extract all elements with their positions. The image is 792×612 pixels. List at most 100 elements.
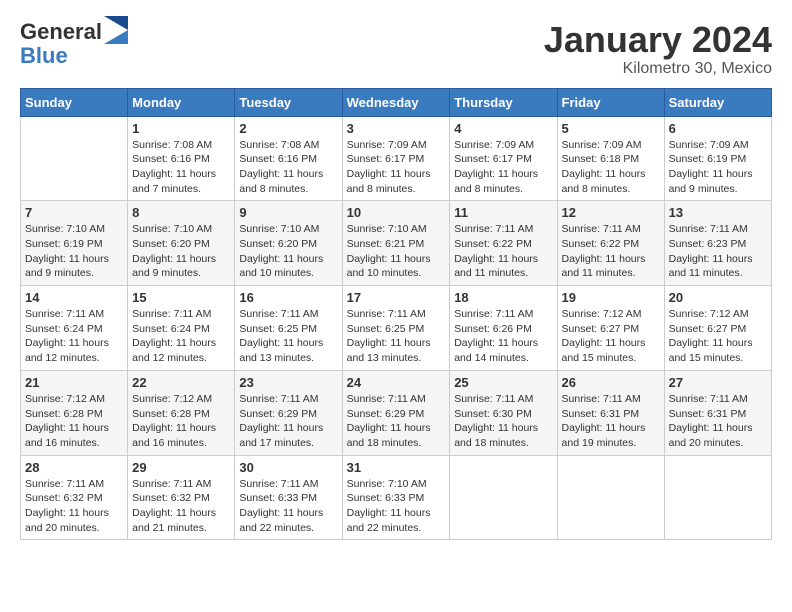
day-info: Sunrise: 7:10 AM Sunset: 6:20 PM Dayligh… — [132, 222, 230, 281]
day-info: Sunrise: 7:10 AM Sunset: 6:33 PM Dayligh… — [347, 477, 446, 536]
calendar-cell: 31Sunrise: 7:10 AM Sunset: 6:33 PM Dayli… — [342, 455, 450, 540]
day-info: Sunrise: 7:12 AM Sunset: 6:28 PM Dayligh… — [25, 392, 123, 451]
day-number: 15 — [132, 290, 230, 305]
day-number: 13 — [669, 205, 767, 220]
day-info: Sunrise: 7:11 AM Sunset: 6:22 PM Dayligh… — [562, 222, 660, 281]
day-info: Sunrise: 7:08 AM Sunset: 6:16 PM Dayligh… — [132, 138, 230, 197]
day-info: Sunrise: 7:12 AM Sunset: 6:28 PM Dayligh… — [132, 392, 230, 451]
day-number: 3 — [347, 121, 446, 136]
location-subtitle: Kilometro 30, Mexico — [544, 60, 772, 78]
calendar-cell — [557, 455, 664, 540]
day-number: 20 — [669, 290, 767, 305]
calendar-cell: 4 Sunrise: 7:09 AM Sunset: 6:17 PM Daylig… — [450, 116, 557, 201]
calendar-week-row: 14 Sunrise: 7:11 AM Sunset: 6:24 PM Dayli… — [21, 286, 772, 371]
calendar-cell: 6 Sunrise: 7:09 AM Sunset: 6:19 PM Daylig… — [664, 116, 771, 201]
day-number: 17 — [347, 290, 446, 305]
calendar-cell: 24 Sunrise: 7:11 AM Sunset: 6:29 PM Dayli… — [342, 370, 450, 455]
day-number: 21 — [25, 375, 123, 390]
calendar-cell: 14 Sunrise: 7:11 AM Sunset: 6:24 PM Dayli… — [21, 286, 128, 371]
month-title: January 2024 — [544, 20, 772, 60]
logo-blue: Blue — [20, 43, 68, 68]
calendar-header-row: SundayMondayTuesdayWednesdayThursdayFrid… — [21, 88, 772, 116]
title-block: January 2024 Kilometro 30, Mexico — [544, 20, 772, 78]
calendar-cell: 16 Sunrise: 7:11 AM Sunset: 6:25 PM Dayli… — [235, 286, 342, 371]
day-info: Sunrise: 7:11 AM Sunset: 6:31 PM Dayligh… — [562, 392, 660, 451]
day-info: Sunrise: 7:11 AM Sunset: 6:29 PM Dayligh… — [347, 392, 446, 451]
day-info: Sunrise: 7:11 AM Sunset: 6:22 PM Dayligh… — [454, 222, 552, 281]
day-number: 24 — [347, 375, 446, 390]
day-info: Sunrise: 7:11 AM Sunset: 6:31 PM Dayligh… — [669, 392, 767, 451]
calendar-cell — [21, 116, 128, 201]
day-info: Sunrise: 7:11 AM Sunset: 6:25 PM Dayligh… — [239, 307, 337, 366]
calendar-cell: 20 Sunrise: 7:12 AM Sunset: 6:27 PM Dayli… — [664, 286, 771, 371]
calendar-cell: 15 Sunrise: 7:11 AM Sunset: 6:24 PM Dayli… — [128, 286, 235, 371]
day-info: Sunrise: 7:08 AM Sunset: 6:16 PM Dayligh… — [239, 138, 337, 197]
calendar-cell: 12 Sunrise: 7:11 AM Sunset: 6:22 PM Dayli… — [557, 201, 664, 286]
day-info: Sunrise: 7:12 AM Sunset: 6:27 PM Dayligh… — [669, 307, 767, 366]
day-number: 28 — [25, 460, 123, 475]
day-number: 5 — [562, 121, 660, 136]
day-info: Sunrise: 7:09 AM Sunset: 6:18 PM Dayligh… — [562, 138, 660, 197]
calendar-cell: 30Sunrise: 7:11 AM Sunset: 6:33 PM Dayli… — [235, 455, 342, 540]
day-number: 9 — [239, 205, 337, 220]
day-number: 26 — [562, 375, 660, 390]
header-wednesday: Wednesday — [342, 88, 450, 116]
day-number: 29 — [132, 460, 230, 475]
day-info: Sunrise: 7:10 AM Sunset: 6:21 PM Dayligh… — [347, 222, 446, 281]
day-number: 10 — [347, 205, 446, 220]
day-number: 16 — [239, 290, 337, 305]
day-info: Sunrise: 7:12 AM Sunset: 6:27 PM Dayligh… — [562, 307, 660, 366]
day-info: Sunrise: 7:10 AM Sunset: 6:20 PM Dayligh… — [239, 222, 337, 281]
day-number: 30 — [239, 460, 337, 475]
calendar-cell: 17 Sunrise: 7:11 AM Sunset: 6:25 PM Dayli… — [342, 286, 450, 371]
day-number: 25 — [454, 375, 552, 390]
header-monday: Monday — [128, 88, 235, 116]
day-info: Sunrise: 7:09 AM Sunset: 6:19 PM Dayligh… — [669, 138, 767, 197]
calendar-cell: 27 Sunrise: 7:11 AM Sunset: 6:31 PM Dayli… — [664, 370, 771, 455]
day-info: Sunrise: 7:11 AM Sunset: 6:30 PM Dayligh… — [454, 392, 552, 451]
day-number: 19 — [562, 290, 660, 305]
day-info: Sunrise: 7:11 AM Sunset: 6:24 PM Dayligh… — [132, 307, 230, 366]
day-number: 6 — [669, 121, 767, 136]
calendar-cell: 29 Sunrise: 7:11 AM Sunset: 6:32 PM Dayli… — [128, 455, 235, 540]
day-info: Sunrise: 7:11 AM Sunset: 6:25 PM Dayligh… — [347, 307, 446, 366]
day-info: Sunrise: 7:11 AM Sunset: 6:29 PM Dayligh… — [239, 392, 337, 451]
page-header: General Blue January 2024 Kilometro 30, … — [20, 20, 772, 78]
calendar-cell: 7Sunrise: 7:10 AM Sunset: 6:19 PM Daylig… — [21, 201, 128, 286]
calendar-cell: 22Sunrise: 7:12 AM Sunset: 6:28 PM Dayli… — [128, 370, 235, 455]
day-number: 8 — [132, 205, 230, 220]
logo-general: General — [20, 20, 102, 44]
day-info: Sunrise: 7:11 AM Sunset: 6:32 PM Dayligh… — [25, 477, 123, 536]
calendar-week-row: 1Sunrise: 7:08 AM Sunset: 6:16 PM Daylig… — [21, 116, 772, 201]
calendar-cell: 23 Sunrise: 7:11 AM Sunset: 6:29 PM Dayli… — [235, 370, 342, 455]
calendar-cell: 8 Sunrise: 7:10 AM Sunset: 6:20 PM Daylig… — [128, 201, 235, 286]
logo-icon — [104, 16, 128, 44]
day-info: Sunrise: 7:11 AM Sunset: 6:23 PM Dayligh… — [669, 222, 767, 281]
header-sunday: Sunday — [21, 88, 128, 116]
day-number: 11 — [454, 205, 552, 220]
day-number: 12 — [562, 205, 660, 220]
day-number: 27 — [669, 375, 767, 390]
header-thursday: Thursday — [450, 88, 557, 116]
calendar-cell: 10 Sunrise: 7:10 AM Sunset: 6:21 PM Dayli… — [342, 201, 450, 286]
calendar-cell: 19 Sunrise: 7:12 AM Sunset: 6:27 PM Dayli… — [557, 286, 664, 371]
calendar-cell: 13 Sunrise: 7:11 AM Sunset: 6:23 PM Dayli… — [664, 201, 771, 286]
day-number: 14 — [25, 290, 123, 305]
calendar-week-row: 28 Sunrise: 7:11 AM Sunset: 6:32 PM Dayli… — [21, 455, 772, 540]
day-info: Sunrise: 7:11 AM Sunset: 6:24 PM Dayligh… — [25, 307, 123, 366]
day-info: Sunrise: 7:11 AM Sunset: 6:32 PM Dayligh… — [132, 477, 230, 536]
calendar-cell: 28 Sunrise: 7:11 AM Sunset: 6:32 PM Dayli… — [21, 455, 128, 540]
day-number: 4 — [454, 121, 552, 136]
day-info: Sunrise: 7:09 AM Sunset: 6:17 PM Dayligh… — [454, 138, 552, 197]
calendar-cell — [450, 455, 557, 540]
calendar-cell: 2Sunrise: 7:08 AM Sunset: 6:16 PM Daylig… — [235, 116, 342, 201]
day-number: 18 — [454, 290, 552, 305]
calendar-cell: 5 Sunrise: 7:09 AM Sunset: 6:18 PM Daylig… — [557, 116, 664, 201]
day-info: Sunrise: 7:09 AM Sunset: 6:17 PM Dayligh… — [347, 138, 446, 197]
day-number: 23 — [239, 375, 337, 390]
calendar-cell: 18Sunrise: 7:11 AM Sunset: 6:26 PM Dayli… — [450, 286, 557, 371]
calendar-cell: 11 Sunrise: 7:11 AM Sunset: 6:22 PM Dayli… — [450, 201, 557, 286]
calendar-cell: 21 Sunrise: 7:12 AM Sunset: 6:28 PM Dayli… — [21, 370, 128, 455]
calendar-table: SundayMondayTuesdayWednesdayThursdayFrid… — [20, 88, 772, 541]
header-friday: Friday — [557, 88, 664, 116]
